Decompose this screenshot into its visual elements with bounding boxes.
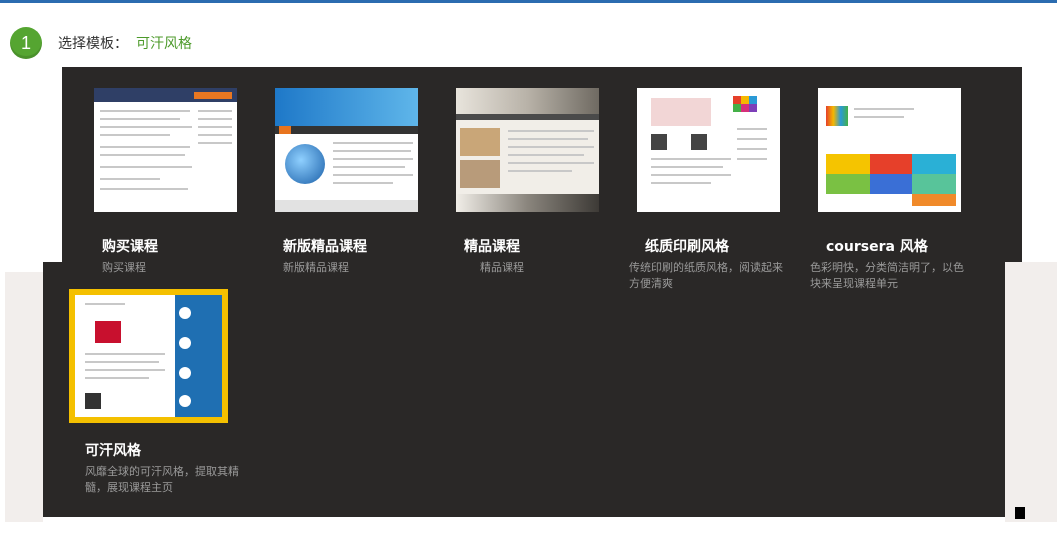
template-thumbnail[interactable]	[69, 289, 228, 423]
template-desc: 风靡全球的可汗风格，提取其精髓，展现课程主页	[85, 465, 239, 494]
template-title: 可汗风格	[85, 443, 141, 459]
gallery-left-strip	[5, 272, 43, 522]
template-title: 新版精品课程	[283, 239, 367, 255]
template-desc: 新版精品课程	[283, 261, 349, 274]
template-card-buy-course[interactable]: 购买课程 购买课程	[94, 88, 244, 274]
template-card-coursera[interactable]: coursera 风格 色彩明快，分类简洁明了，以色块来呈现课程单元	[810, 88, 988, 290]
template-card-paper-print[interactable]: 纸质印刷风格 传统印刷的纸质风格，阅读起来方便清爽	[629, 88, 797, 290]
template-step-header: 1 选择模板： 可汗风格	[10, 26, 192, 60]
template-desc: 色彩明快，分类简洁明了，以色块来呈现课程单元	[810, 261, 964, 290]
template-title: 纸质印刷风格	[645, 239, 729, 255]
template-thumbnail[interactable]	[275, 88, 418, 212]
template-thumbnail[interactable]	[456, 88, 599, 212]
template-title: 精品课程	[464, 239, 520, 255]
template-thumbnail[interactable]	[818, 88, 961, 212]
template-desc: 传统印刷的纸质风格，阅读起来方便清爽	[629, 261, 783, 290]
template-title: 购买课程	[102, 239, 158, 255]
template-card-khan-selected[interactable]: 可汗风格 风靡全球的可汗风格，提取其精髓，展现课程主页	[69, 289, 249, 499]
gallery-right-strip	[1005, 262, 1057, 522]
template-desc: 精品课程	[480, 261, 524, 274]
template-card-new-quality-course[interactable]: 新版精品课程 新版精品课程	[275, 88, 425, 274]
template-thumbnail[interactable]	[637, 88, 780, 212]
template-title: coursera 风格	[826, 239, 928, 255]
top-divider	[0, 0, 1057, 3]
selected-template-name: 可汗风格	[136, 36, 192, 52]
step-number-badge: 1	[10, 27, 42, 59]
template-thumbnail[interactable]	[94, 88, 237, 212]
corner-marker	[1015, 507, 1025, 519]
step-label: 选择模板：	[58, 36, 128, 52]
template-card-quality-course[interactable]: 精品课程 精品课程	[456, 88, 606, 274]
template-desc: 购买课程	[102, 261, 146, 274]
